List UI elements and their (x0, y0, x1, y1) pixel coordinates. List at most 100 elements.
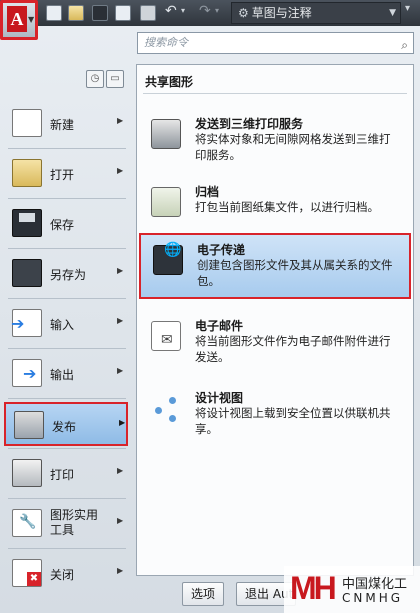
menu-item-publish[interactable]: 发布 ▶ (4, 402, 128, 446)
print-icon[interactable] (140, 5, 156, 21)
menu-item-label: 打开 (50, 168, 75, 182)
divider (8, 198, 126, 199)
menu-item-label: 输出 (50, 368, 75, 382)
divider (8, 498, 126, 499)
recent-documents-buttons: ◷ ▭ (86, 70, 126, 88)
save-as-icon (12, 259, 42, 287)
email-icon (151, 321, 181, 351)
menu-item-label: 关闭 (50, 568, 75, 582)
workspace-label: 草图与注释 (251, 6, 312, 20)
menu-item-save-as[interactable]: 另存为 ▶ (4, 252, 128, 296)
menu-item-save[interactable]: 保存 (4, 202, 128, 246)
divider (8, 298, 126, 299)
option-design-view[interactable]: 设计视图 将设计视图上载到安全位置以供联机共享。 (139, 383, 411, 447)
menu-item-label: 另存为 (50, 268, 87, 282)
menu-item-print[interactable]: 打印 ▶ (4, 452, 128, 496)
chevron-right-icon: ▶ (117, 466, 124, 475)
workspace-selector[interactable]: ⚙ 草图与注释 ▼ (231, 2, 401, 24)
chevron-right-icon: ▶ (117, 566, 124, 575)
chevron-right-icon: ▶ (117, 266, 124, 275)
publish-icon (14, 411, 44, 439)
option-title: 电子邮件 (195, 319, 244, 333)
publish-submenu-panel: 共享图形 发送到三维打印服务 将实体对象和无间隙网格发送到三维打印服务。 归档 … (136, 64, 414, 576)
divider (143, 93, 407, 94)
divider (8, 348, 126, 349)
menu-item-label: 打印 (50, 468, 75, 482)
etransmit-icon (153, 242, 183, 275)
divider (8, 398, 126, 399)
watermark-mark: MH (290, 570, 337, 606)
option-archive[interactable]: 归档 打包当前图纸集文件，以进行归档。 (139, 177, 411, 241)
chevron-right-icon: ▶ (117, 366, 124, 375)
printer-icon (12, 459, 42, 487)
recent-documents-icon[interactable]: ◷ (86, 70, 104, 88)
option-title: 电子传递 (197, 243, 246, 257)
chevron-down-icon: ▼ (28, 15, 35, 24)
menu-item-label-line1: 图形实用 (50, 508, 99, 522)
import-icon (11, 309, 42, 337)
option-3d-print[interactable]: 发送到三维打印服务 将实体对象和无间隙网格发送到三维打印服务。 (139, 109, 411, 173)
watermark-en-text: CNMHG (342, 591, 404, 605)
menu-item-label: 输入 (50, 318, 75, 332)
option-description: 将实体对象和无间隙网格发送到三维打印服务。 (195, 132, 391, 162)
share-network-icon (151, 393, 181, 423)
new-document-icon (12, 109, 42, 137)
option-email[interactable]: 电子邮件 将当前图形文件作为电子邮件附件进行发送。 (139, 311, 411, 375)
menu-item-new[interactable]: 新建 ▶ (4, 102, 128, 146)
option-etransmit[interactable]: 电子传递 创建包含图形文件及其从属关系的文件包。 (139, 233, 411, 299)
3d-printer-icon (151, 119, 181, 149)
option-title: 归档 (195, 185, 220, 199)
menu-item-label-line2: 工具 (50, 523, 75, 537)
menu-item-label: 发布 (52, 420, 77, 434)
menu-item-label: 图形实用 工具 (50, 508, 98, 538)
open-documents-icon[interactable]: ▭ (106, 70, 124, 88)
folder-open-icon (12, 159, 42, 187)
menu-item-open[interactable]: 打开 ▶ (4, 152, 128, 196)
chevron-right-icon: ▶ (117, 516, 124, 525)
menu-item-import[interactable]: 输入 ▶ (4, 302, 128, 346)
divider (8, 448, 126, 449)
search-input[interactable]: 搜索命令 ⌕ (137, 32, 414, 54)
save-icon[interactable] (92, 5, 108, 21)
new-icon[interactable] (46, 5, 62, 21)
option-description: 将当前图形文件作为电子邮件附件进行发送。 (195, 334, 391, 364)
gear-icon: ⚙ (238, 6, 249, 20)
chevron-right-icon: ▶ (117, 166, 124, 175)
chevron-right-icon: ▶ (119, 418, 126, 427)
watermark-cn-text: 中国煤化工 (342, 577, 408, 592)
options-button[interactable]: 选项 (182, 582, 225, 606)
menu-item-export[interactable]: 输出 ▶ (4, 352, 128, 396)
chevron-right-icon: ▶ (117, 116, 124, 125)
export-icon (12, 359, 42, 387)
panel-title: 共享图形 (145, 75, 194, 89)
application-menu-button[interactable]: A ▼ (0, 0, 38, 40)
application-menu: 搜索命令 ⌕ ◷ ▭ 新建 ▶ 打开 ▶ 保存 另存为 ▶ ➔ 输入 ▶ ➔ 输… (0, 26, 420, 613)
undo-dropdown-icon[interactable]: ▾ (181, 6, 185, 15)
open-icon[interactable] (68, 5, 84, 21)
option-title: 发送到三维打印服务 (195, 117, 304, 131)
option-title: 设计视图 (195, 391, 244, 405)
menu-item-close[interactable]: 关闭 ▶ (4, 552, 128, 596)
menu-item-drawing-utilities[interactable]: 图形实用工具 ▶ (4, 502, 128, 546)
menu-item-label: 保存 (50, 218, 75, 232)
application-menu-left: ◷▭ 新建 ▶ 打开 ▶ 保存 另存为 ▶ 输入 ▶ (0, 62, 134, 587)
chevron-right-icon: ▶ (117, 316, 124, 325)
divider (8, 248, 126, 249)
menu-item-label: 新建 (50, 118, 75, 132)
undo-icon[interactable]: ↶ (165, 3, 177, 19)
redo-icon[interactable]: ↷ (199, 3, 211, 19)
divider (8, 148, 126, 149)
saveas-icon[interactable] (115, 5, 131, 21)
option-description: 将设计视图上载到安全位置以供联机共享。 (195, 406, 391, 436)
customize-toolbar-icon[interactable]: ▾ (405, 3, 410, 14)
chevron-down-icon: ▼ (389, 8, 396, 18)
redo-dropdown-icon[interactable]: ▾ (215, 6, 219, 15)
option-description: 创建包含图形文件及其从属关系的文件包。 (197, 258, 393, 288)
watermark-logo: MH 中国煤化工 CNMHG (284, 566, 420, 613)
quick-access-toolbar: ↶ ▾ ↷ ▾ ⚙ 草图与注释 ▼ ▾ (0, 0, 420, 26)
search-placeholder: 搜索命令 (144, 36, 188, 49)
option-description: 打包当前图纸集文件，以进行归档。 (195, 200, 379, 214)
divider (8, 548, 126, 549)
close-document-icon (12, 559, 42, 587)
search-icon[interactable]: ⌕ (401, 35, 408, 55)
